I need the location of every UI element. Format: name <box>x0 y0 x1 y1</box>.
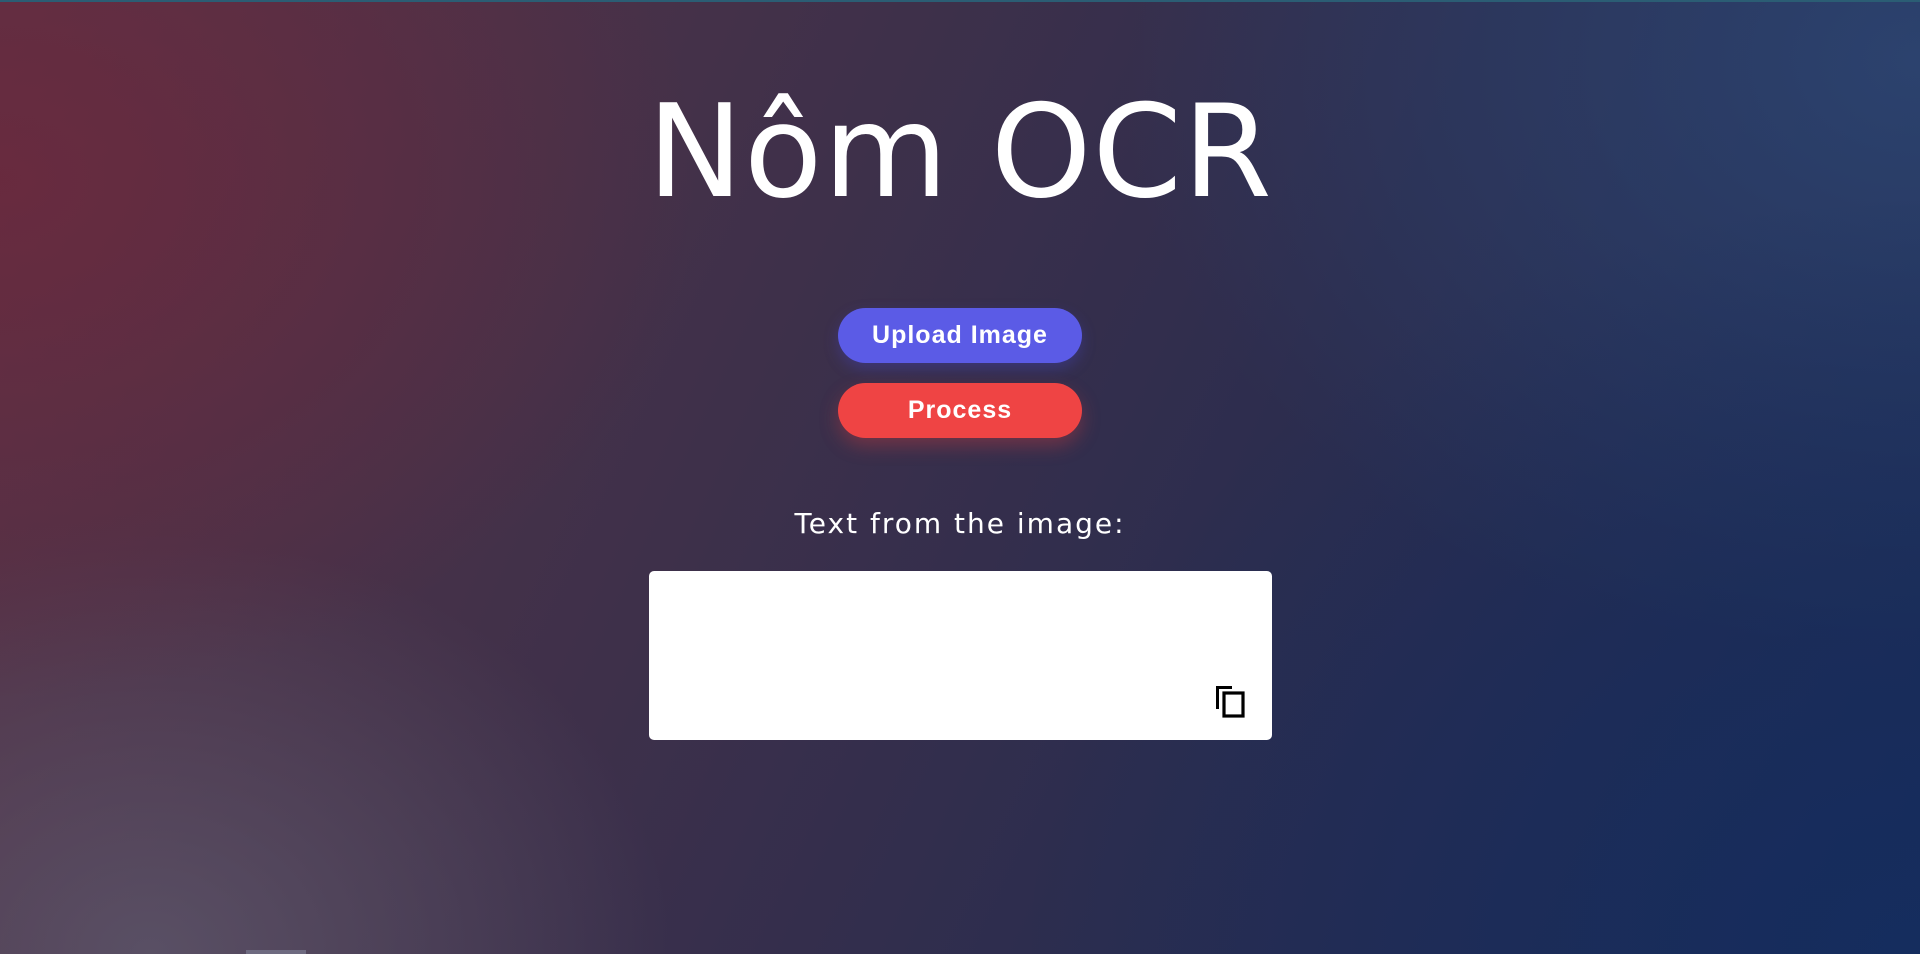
top-edge-line <box>0 0 1920 2</box>
page-title: Nôm OCR <box>647 78 1273 227</box>
bottom-edge-mark <box>246 950 306 954</box>
process-button[interactable]: Process <box>838 383 1082 438</box>
upload-image-button[interactable]: Upload Image <box>838 308 1082 363</box>
copy-icon <box>1216 686 1245 718</box>
ocr-output-box[interactable] <box>649 571 1272 740</box>
copy-button[interactable] <box>1212 682 1248 720</box>
result-label: Text from the image: <box>794 507 1126 540</box>
ocr-output-text[interactable] <box>661 583 1221 728</box>
